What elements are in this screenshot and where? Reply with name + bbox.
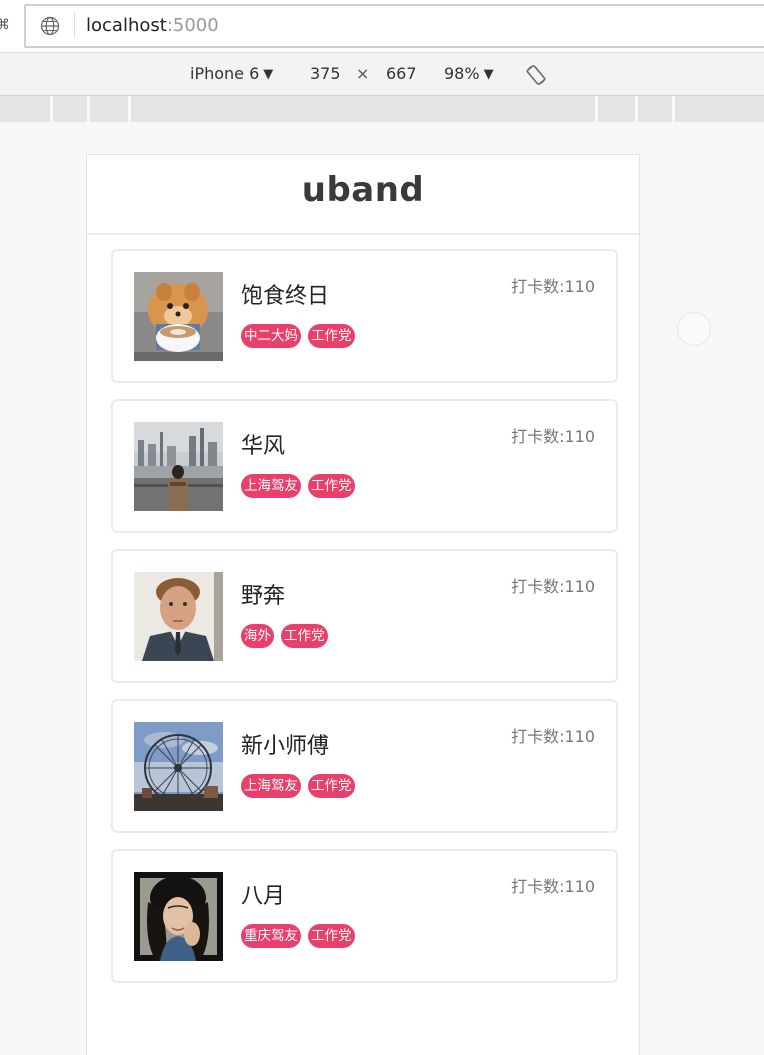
menu-glyph-icon[interactable]: ⌘ xyxy=(0,14,10,36)
device-select-label: iPhone 6 xyxy=(190,64,260,83)
member-card[interactable]: 野奔 海外 工作党 打卡数:110 xyxy=(111,549,618,683)
member-tags: 上海驾友 工作党 xyxy=(241,774,362,800)
width-input[interactable]: 375 xyxy=(310,63,341,85)
app-header: uband xyxy=(87,155,639,235)
checkin-count: 打卡数:110 xyxy=(511,277,595,296)
member-card[interactable]: 饱食终日 中二大妈 工作党 打卡数:110 xyxy=(111,249,618,383)
checkin-count: 打卡数:110 xyxy=(511,727,595,746)
member-name: 华风 xyxy=(241,434,286,459)
rotate-icon[interactable] xyxy=(524,63,548,87)
zoom-select[interactable]: 98% ▼ xyxy=(444,63,494,87)
app-logo: uband xyxy=(301,170,425,210)
puppy-with-coffee-avatar xyxy=(134,272,223,361)
member-tag: 工作党 xyxy=(308,924,355,948)
woman-portrait-avatar xyxy=(134,872,223,961)
member-tag: 工作党 xyxy=(308,774,355,798)
url-separator xyxy=(74,12,75,38)
member-tags: 中二大妈 工作党 xyxy=(241,324,362,350)
member-tag: 上海驾友 xyxy=(241,774,301,798)
address-bar: ⌘ localhost:5000 xyxy=(0,0,764,53)
touch-cursor-circle xyxy=(677,312,711,346)
member-tags: 重庆驾友 工作党 xyxy=(241,924,362,950)
man-portrait-avatar xyxy=(134,572,223,661)
member-tags: 上海驾友 工作党 xyxy=(241,474,362,500)
member-tag: 海外 xyxy=(241,624,274,648)
url-input[interactable]: localhost:5000 xyxy=(86,14,219,38)
url-host: localhost xyxy=(86,15,167,36)
member-name: 新小师傅 xyxy=(241,734,330,759)
zoom-select-label: 98% xyxy=(444,64,480,83)
height-input[interactable]: 667 xyxy=(386,63,417,85)
member-card[interactable]: 八月 重庆驾友 工作党 打卡数:110 xyxy=(111,849,618,983)
member-card[interactable]: 华风 上海驾友 工作党 打卡数:110 xyxy=(111,399,618,533)
url-box[interactable]: localhost:5000 xyxy=(24,4,764,48)
member-card[interactable]: 新小师傅 上海驾友 工作党 打卡数:110 xyxy=(111,699,618,833)
dimension-times-label: × xyxy=(356,64,370,83)
member-tag: 重庆驾友 xyxy=(241,924,301,948)
device-toolbar: iPhone 6 ▼ 375 × 667 98% ▼ xyxy=(0,53,764,96)
man-city-skyline-avatar xyxy=(134,422,223,511)
member-name: 野奔 xyxy=(241,584,286,609)
member-tag: 工作党 xyxy=(281,624,328,648)
ruler-tick xyxy=(87,96,90,122)
media-query-ruler[interactable] xyxy=(0,96,764,122)
member-name: 八月 xyxy=(241,884,286,909)
member-tag: 中二大妈 xyxy=(241,324,301,348)
device-select[interactable]: iPhone 6 ▼ xyxy=(190,63,273,87)
member-tag: 上海驾友 xyxy=(241,474,301,498)
globe-icon xyxy=(40,16,60,36)
ruler-tick xyxy=(595,96,598,122)
ruler-tick xyxy=(635,96,638,122)
ruler-tick xyxy=(50,96,53,122)
member-tag: 工作党 xyxy=(308,474,355,498)
checkin-count: 打卡数:110 xyxy=(511,877,595,896)
checkin-count: 打卡数:110 xyxy=(511,427,595,446)
member-name: 饱食终日 xyxy=(241,284,330,309)
member-tags: 海外 工作党 xyxy=(241,624,335,650)
member-tag: 工作党 xyxy=(308,324,355,348)
ferris-wheel-avatar xyxy=(134,722,223,811)
url-port: :5000 xyxy=(166,15,219,36)
caret-down-icon: ▼ xyxy=(483,67,494,82)
ruler-tick xyxy=(128,96,131,122)
ruler-tick xyxy=(672,96,675,122)
caret-down-icon: ▼ xyxy=(263,67,274,82)
checkin-count: 打卡数:110 xyxy=(511,577,595,596)
phone-viewport: uband 饱食终日 中二大妈 工作党 打卡数:110 华风 上海驾友 工作党 … xyxy=(86,154,640,1055)
